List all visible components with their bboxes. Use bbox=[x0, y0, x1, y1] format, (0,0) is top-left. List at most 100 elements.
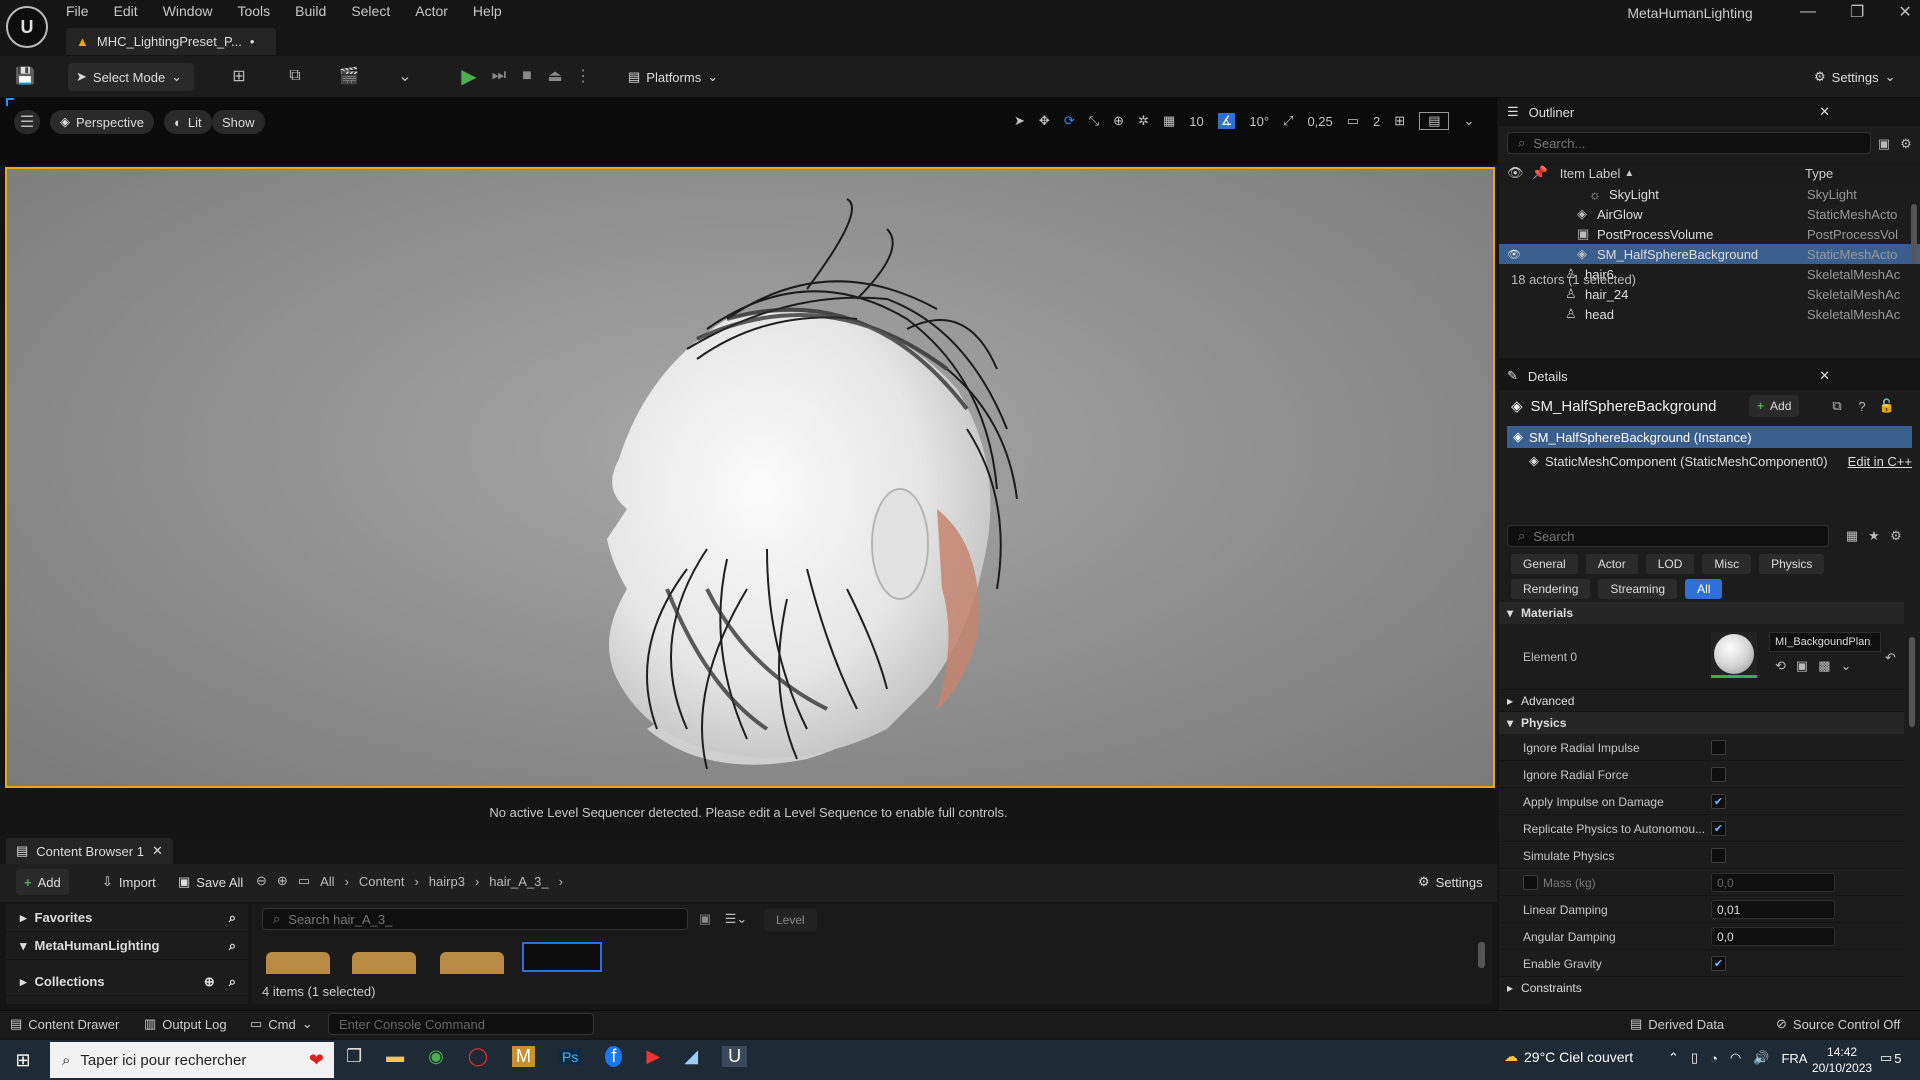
select-mode-dropdown[interactable]: ➤ Select Mode ⌄ bbox=[68, 63, 194, 91]
settings-dropdown[interactable]: ⚙ Settings ⌄ bbox=[1806, 63, 1906, 91]
grid-snap-value[interactable]: 10 bbox=[1189, 114, 1203, 129]
task-view-icon[interactable]: ❐ bbox=[346, 1046, 362, 1067]
menu-select[interactable]: Select bbox=[351, 3, 390, 19]
visibility-eye-icon[interactable]: 👁 bbox=[1507, 248, 1521, 261]
unreal-engine-icon[interactable]: U bbox=[722, 1046, 748, 1067]
lit-button[interactable]: ◐ Lit bbox=[164, 110, 212, 134]
col-type[interactable]: Type bbox=[1805, 166, 1833, 181]
volume-icon[interactable]: 🔊 bbox=[1753, 1050, 1769, 1066]
source-control-button[interactable]: ⊘ Source Control Off bbox=[1776, 1016, 1900, 1032]
details-search-input[interactable]: ⌕ Search bbox=[1507, 525, 1829, 547]
content-drawer-button[interactable]: ▤ Content Drawer bbox=[10, 1016, 119, 1032]
outliner-row[interactable]: 👁 ◈ SM_HalfSphereBackground StaticMeshActo bbox=[1499, 244, 1920, 264]
scale-snap-value[interactable]: 0,25 bbox=[1307, 114, 1332, 129]
lock-icon[interactable]: 🔓 bbox=[1874, 393, 1900, 419]
filter-misc[interactable]: Misc bbox=[1702, 554, 1752, 574]
edit-in-cpp-link[interactable]: Edit in C++ bbox=[1848, 454, 1912, 469]
mass-input[interactable]: 0,0 bbox=[1711, 873, 1835, 892]
details-add-button[interactable]: + Add bbox=[1749, 395, 1800, 417]
search-icon[interactable]: ⌕ bbox=[229, 938, 236, 954]
eject-icon[interactable]: ⏏ bbox=[542, 63, 568, 89]
platforms-dropdown[interactable]: ▤ Platforms ⌄ bbox=[620, 63, 724, 91]
details-scrollbar[interactable] bbox=[1909, 637, 1915, 727]
chevron-down-icon[interactable]: ⌄ bbox=[1463, 113, 1474, 129]
breadcrumb-content[interactable]: Content bbox=[359, 874, 405, 889]
cb-save-all-button[interactable]: ▣ Save All bbox=[170, 869, 251, 895]
physics-property-checkbox[interactable]: ✔ bbox=[1711, 794, 1726, 809]
cmd-dropdown[interactable]: ▭ Cmd ⌄ bbox=[250, 1016, 313, 1032]
step-icon[interactable]: ⏭ bbox=[486, 63, 512, 89]
filter-general[interactable]: General bbox=[1511, 554, 1578, 574]
angle-icon[interactable]: ∡ bbox=[1217, 113, 1236, 129]
play-options-icon[interactable]: ⋮ bbox=[570, 63, 596, 89]
facebook-icon[interactable]: f bbox=[605, 1046, 623, 1067]
select-tool-icon[interactable]: ➤ bbox=[1014, 113, 1025, 129]
chrome-icon[interactable]: ◉ bbox=[428, 1046, 444, 1067]
material-thumbnail[interactable] bbox=[1711, 632, 1757, 678]
clock[interactable]: 14:42 20/10/2023 bbox=[1812, 1044, 1872, 1076]
blueprint-icon[interactable]: ⧉ bbox=[282, 63, 308, 89]
menu-tools[interactable]: Tools bbox=[237, 3, 270, 19]
cb-settings-button[interactable]: ⚙ Settings bbox=[1410, 869, 1491, 895]
physics-property-checkbox[interactable] bbox=[1711, 767, 1726, 782]
menu-window[interactable]: Window bbox=[163, 3, 213, 19]
use-selected-icon[interactable]: ⟲ bbox=[1775, 658, 1786, 674]
menu-help[interactable]: Help bbox=[473, 3, 502, 19]
selected-asset-thumbnail[interactable] bbox=[522, 942, 602, 972]
breadcrumb-hair-a3[interactable]: hair_A_3_ bbox=[489, 874, 548, 889]
layout-icon[interactable]: ⊞ bbox=[1394, 113, 1405, 129]
hamburger-icon[interactable]: ☰ bbox=[14, 110, 40, 134]
blueprint-icon[interactable]: ⧉ bbox=[1824, 393, 1850, 419]
surface-snap-icon[interactable]: ✲ bbox=[1138, 113, 1149, 129]
gear-icon[interactable]: ⚙ bbox=[1893, 131, 1919, 157]
maya-icon[interactable]: M bbox=[512, 1046, 536, 1067]
file-explorer-icon[interactable]: ▬ bbox=[386, 1046, 404, 1067]
save-search-icon[interactable]: ▣ bbox=[692, 906, 718, 932]
collections-row[interactable]: ▸ Collections ⊕ ⌕ bbox=[6, 968, 248, 996]
close-icon[interactable]: ✕ bbox=[152, 843, 163, 859]
search-icon[interactable]: ⌕ bbox=[229, 974, 236, 990]
camera-icon[interactable]: ▭ bbox=[1347, 113, 1359, 129]
move-tool-icon[interactable]: ✥ bbox=[1039, 113, 1050, 129]
col-item-label[interactable]: Item Label bbox=[1560, 166, 1621, 181]
photoshop-icon[interactable]: Ps bbox=[559, 1048, 582, 1065]
save-icon[interactable]: 💾 bbox=[12, 63, 38, 89]
tray-chevron-icon[interactable]: ⌃ bbox=[1668, 1050, 1679, 1066]
menu-build[interactable]: Build bbox=[295, 3, 326, 19]
filter-rendering[interactable]: Rendering bbox=[1511, 579, 1591, 599]
outliner-row[interactable]: ♙ head SkeletalMeshAc bbox=[1499, 304, 1920, 324]
cinematics-icon[interactable]: 🎬 bbox=[336, 63, 362, 89]
language-indicator[interactable]: FRA bbox=[1781, 1051, 1807, 1066]
notifications-button[interactable]: ▭ 5 bbox=[1880, 1050, 1902, 1066]
constraints-row[interactable]: ▸ Constraints bbox=[1499, 977, 1904, 999]
outliner-search-input[interactable]: ⌕ Search... bbox=[1507, 132, 1871, 154]
material-picker-icon[interactable]: ▩ bbox=[1818, 658, 1830, 674]
level-tab[interactable]: ▲ MHC_LightingPreset_P... • bbox=[66, 28, 276, 55]
filter-icon[interactable]: ☰⌄ bbox=[718, 906, 754, 932]
outliner-row[interactable]: ☼ SkyLight SkyLight bbox=[1499, 184, 1920, 204]
outliner-row[interactable]: ♙ hair_24 SkeletalMeshAc bbox=[1499, 284, 1920, 304]
rotate-tool-icon[interactable]: ⟳ bbox=[1064, 113, 1075, 129]
component-instance-row[interactable]: ◈ SM_HalfSphereBackground (Instance) bbox=[1507, 426, 1912, 448]
filter-physics[interactable]: Physics bbox=[1759, 554, 1825, 574]
add-collection-icon[interactable]: ⊕ bbox=[204, 974, 215, 990]
level-filter-chip[interactable]: Level bbox=[764, 909, 817, 931]
opera-icon[interactable]: ◯ bbox=[468, 1046, 488, 1067]
menu-actor[interactable]: Actor bbox=[415, 3, 448, 19]
physics-property-checkbox[interactable]: ✔ bbox=[1711, 821, 1726, 836]
world-icon[interactable]: ⊕ bbox=[1113, 113, 1124, 129]
add-actor-icon[interactable]: ⊞ bbox=[226, 63, 252, 89]
restore-icon[interactable]: ❐ bbox=[1850, 2, 1864, 22]
weather-widget[interactable]: ☁ 29°C Ciel couvert bbox=[1504, 1048, 1633, 1065]
grid-icon[interactable]: ▦ bbox=[1163, 113, 1175, 129]
cb-add-button[interactable]: + Add bbox=[16, 869, 69, 895]
filter-lod[interactable]: LOD bbox=[1645, 554, 1695, 574]
app-icon[interactable]: ◢ bbox=[684, 1046, 698, 1067]
close-icon[interactable]: ✕ bbox=[1819, 104, 1830, 120]
content-browser-tab[interactable]: ▤ Content Browser 1 ✕ bbox=[6, 838, 173, 864]
material-name-field[interactable]: MI_BackgoundPlan bbox=[1769, 632, 1881, 652]
mass-override-checkbox[interactable] bbox=[1523, 875, 1538, 890]
breadcrumb-hairp3[interactable]: hairp3 bbox=[429, 874, 465, 889]
scale-tool-icon[interactable]: ⤡ bbox=[1089, 113, 1099, 129]
cb-scrollbar[interactable] bbox=[1478, 942, 1485, 968]
